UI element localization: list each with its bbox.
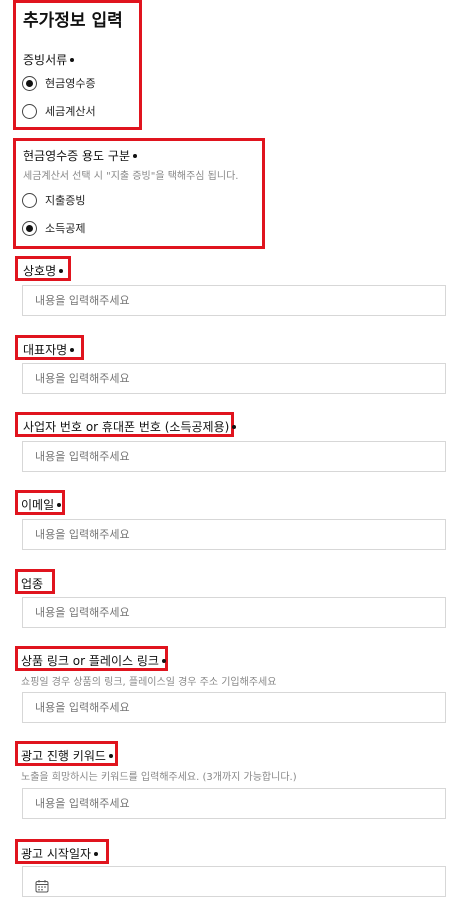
page-title: 추가정보 입력	[23, 11, 123, 31]
radio-option-expense-proof[interactable]: 지출증빙	[22, 192, 85, 208]
radio-option-cash-receipt[interactable]: 현금영수증	[22, 75, 96, 91]
receipt-usage-helper: 세금계산서 선택 시 "지출 증빙"을 택해주심 됩니다.	[23, 171, 239, 182]
industry-label: 업종	[21, 577, 44, 591]
required-dot	[70, 57, 75, 62]
required-dot	[232, 424, 237, 429]
required-dot	[94, 851, 99, 856]
biz-number-label: 사업자 번호 or 휴대폰 번호 (소득공제용)	[23, 418, 237, 435]
radio-button-selected[interactable]	[22, 75, 37, 91]
product-link-input[interactable]	[22, 692, 446, 723]
ad-start-date-input[interactable]	[22, 866, 446, 897]
ad-keywords-helper: 노출을 희망하시는 키워드를 입력해주세요. (3개까지 가능합니다.)	[21, 772, 297, 783]
email-input[interactable]	[22, 519, 446, 550]
ad-start-date-label: 광고 시작일자	[21, 845, 99, 862]
receipt-usage-label: 현금영수증 용도 구분	[23, 147, 137, 164]
radio-button-selected[interactable]	[22, 220, 37, 236]
ceo-name-input[interactable]	[22, 363, 446, 394]
radio-option-income-deduction[interactable]: 소득공제	[22, 220, 85, 236]
required-dot	[108, 753, 113, 758]
radio-option-tax-invoice[interactable]: 세금계산서	[22, 103, 96, 119]
radio-button[interactable]	[22, 103, 37, 119]
email-label: 이메일	[21, 496, 62, 513]
required-dot	[70, 347, 75, 352]
proof-document-label: 증빙서류	[23, 51, 75, 68]
required-dot	[133, 153, 137, 158]
company-name-input[interactable]	[22, 285, 446, 316]
industry-input[interactable]	[22, 597, 446, 628]
required-dot	[161, 658, 166, 663]
product-link-helper: 쇼핑일 경우 상품의 링크, 플레이스일 경우 주소 기입해주세요	[21, 677, 277, 688]
calendar-icon[interactable]	[35, 875, 49, 892]
radio-button[interactable]	[22, 192, 37, 208]
ceo-name-label: 대표자명	[23, 341, 75, 358]
ad-keywords-label: 광고 진행 키워드	[21, 747, 113, 764]
required-dot	[57, 502, 62, 507]
required-dot	[59, 268, 64, 273]
product-link-label: 상품 링크 or 플레이스 링크	[21, 652, 166, 669]
biz-number-input[interactable]	[22, 441, 446, 472]
ad-keywords-input[interactable]	[22, 788, 446, 819]
company-name-label: 상호명	[23, 262, 64, 279]
